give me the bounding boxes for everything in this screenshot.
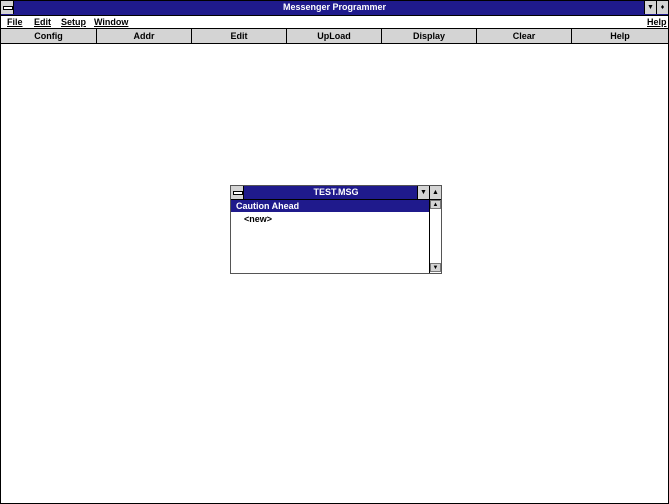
main-window: Messenger Programmer ▼ ♦ File Edit Setup…	[0, 0, 669, 504]
message-list: Caution Ahead <new>	[231, 200, 429, 273]
vertical-scrollbar[interactable]: ▲ ▼	[429, 200, 441, 273]
menu-edit[interactable]: Edit	[34, 17, 51, 27]
child-maximize-button[interactable]: ▲	[429, 186, 441, 199]
test-msg-window[interactable]: TEST.MSG ▼ ▲ Caution Ahead <new> ▲ ▼	[230, 185, 442, 274]
child-title-bar[interactable]: TEST.MSG ▼ ▲	[231, 186, 441, 200]
clear-button[interactable]: Clear	[477, 29, 572, 43]
title-bar[interactable]: Messenger Programmer ▼ ♦	[1, 1, 668, 16]
menu-help[interactable]: Help	[647, 17, 667, 27]
child-minimize-button[interactable]: ▼	[417, 186, 429, 199]
restore-button[interactable]: ♦	[656, 1, 668, 14]
config-button[interactable]: Config	[1, 29, 97, 43]
child-window-title: TEST.MSG	[313, 187, 359, 197]
menu-setup[interactable]: Setup	[61, 17, 86, 27]
menu-file[interactable]: File	[7, 17, 23, 27]
minimize-button[interactable]: ▼	[644, 1, 656, 14]
toolbar: Config Addr Edit UpLoad Display Clear He…	[1, 29, 668, 44]
menu-bar: File Edit Setup Window Help	[1, 16, 668, 29]
display-button[interactable]: Display	[382, 29, 477, 43]
addr-button[interactable]: Addr	[97, 29, 192, 43]
window-title: Messenger Programmer	[282, 2, 387, 12]
scroll-up-arrow-icon[interactable]: ▲	[430, 200, 441, 209]
help-button[interactable]: Help	[572, 29, 668, 43]
menu-window[interactable]: Window	[94, 17, 128, 27]
scroll-down-arrow-icon[interactable]: ▼	[430, 263, 441, 272]
upload-button[interactable]: UpLoad	[287, 29, 382, 43]
list-item-selected[interactable]: Caution Ahead	[231, 200, 429, 212]
list-item-new[interactable]: <new>	[231, 213, 429, 225]
edit-button[interactable]: Edit	[192, 29, 287, 43]
